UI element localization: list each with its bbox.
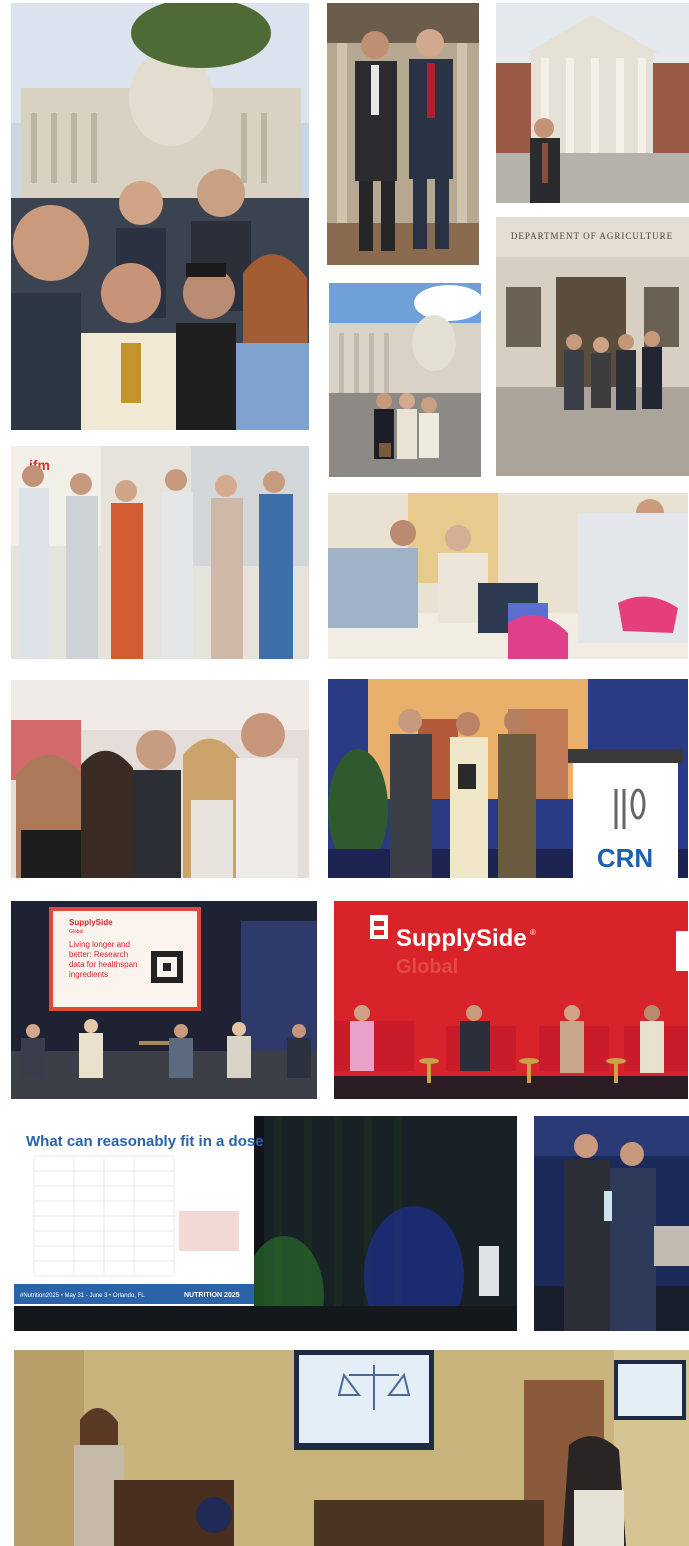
- reception-scene: [11, 680, 309, 878]
- capitol-steps-group-photo: [329, 283, 481, 477]
- crn-sign: CRN: [597, 843, 653, 873]
- award-handshake-scene: [534, 1116, 689, 1331]
- stage-banner-brand: SupplySide: [396, 925, 527, 952]
- panel-slide-brand: SupplySide: [69, 918, 113, 927]
- red-stage-scene: SupplySide ® Global: [334, 901, 688, 1099]
- two-men-suits-scene: [327, 3, 479, 265]
- department-of-agriculture-photo: DEPARTMENT OF AGRICULTURE: [496, 217, 689, 476]
- nutrition-slide-logo: NUTRITION 2025: [184, 1292, 240, 1299]
- reception-selfie-photo: [11, 680, 309, 878]
- panel-slide-title-4: ingredients: [69, 970, 108, 979]
- two-men-suits-photo: [327, 3, 479, 265]
- nutrition-presentation-scene: What can reasonably fit in a dose #Nutri…: [14, 1116, 517, 1331]
- panel-slide-title-3: data for healthspan: [69, 960, 138, 969]
- department-sign: DEPARTMENT OF AGRICULTURE: [511, 231, 673, 241]
- capitol-selfie-photo: [11, 3, 309, 430]
- stage-banner-reg: ®: [530, 928, 536, 937]
- supplyside-logo-icon: [370, 915, 388, 939]
- congressional-seal-icon: [196, 1497, 232, 1533]
- supplyside-red-stage-photo: SupplySide ® Global: [334, 901, 688, 1099]
- capitol-selfie-scene: [11, 3, 309, 430]
- office-group-scene: ifm: [11, 446, 309, 659]
- panel-screen-scene: SupplySide Global Living longer and bett…: [11, 901, 317, 1099]
- stage-banner-sub: Global: [396, 956, 458, 978]
- hearing-room-speaker-photo: [14, 1350, 689, 1546]
- panel-slide-title-2: better: Research: [69, 950, 128, 959]
- crn-award-stage-photo: CRN: [328, 679, 688, 878]
- department-building-scene: DEPARTMENT OF AGRICULTURE: [496, 217, 689, 476]
- nutrition-slide-footer: #Nutrition2025 • May 31 - June 3 • Orlan…: [20, 1293, 145, 1299]
- crn-stage-scene: CRN: [328, 679, 688, 878]
- award-handshake-photo: [534, 1116, 689, 1331]
- nutrition-slide-title: What can reasonably fit in a dose: [26, 1133, 264, 1150]
- panel-slide-brand-sub: Global: [69, 929, 83, 935]
- capitol-steps-scene: [329, 283, 481, 477]
- ifm-office-group-photo: ifm: [11, 446, 309, 659]
- volunteers-packing-photo: [328, 493, 688, 659]
- hearing-room-scene: [14, 1350, 689, 1546]
- supplyside-panel-screen-photo: SupplySide Global Living longer and bett…: [11, 901, 317, 1099]
- man-state-building-photo: [496, 3, 689, 203]
- panel-slide-title-1: Living longer and: [69, 940, 130, 949]
- nutrition-2025-presentation-photo: What can reasonably fit in a dose #Nutri…: [14, 1116, 517, 1331]
- packing-scene: [328, 493, 688, 659]
- state-building-scene: [496, 3, 689, 203]
